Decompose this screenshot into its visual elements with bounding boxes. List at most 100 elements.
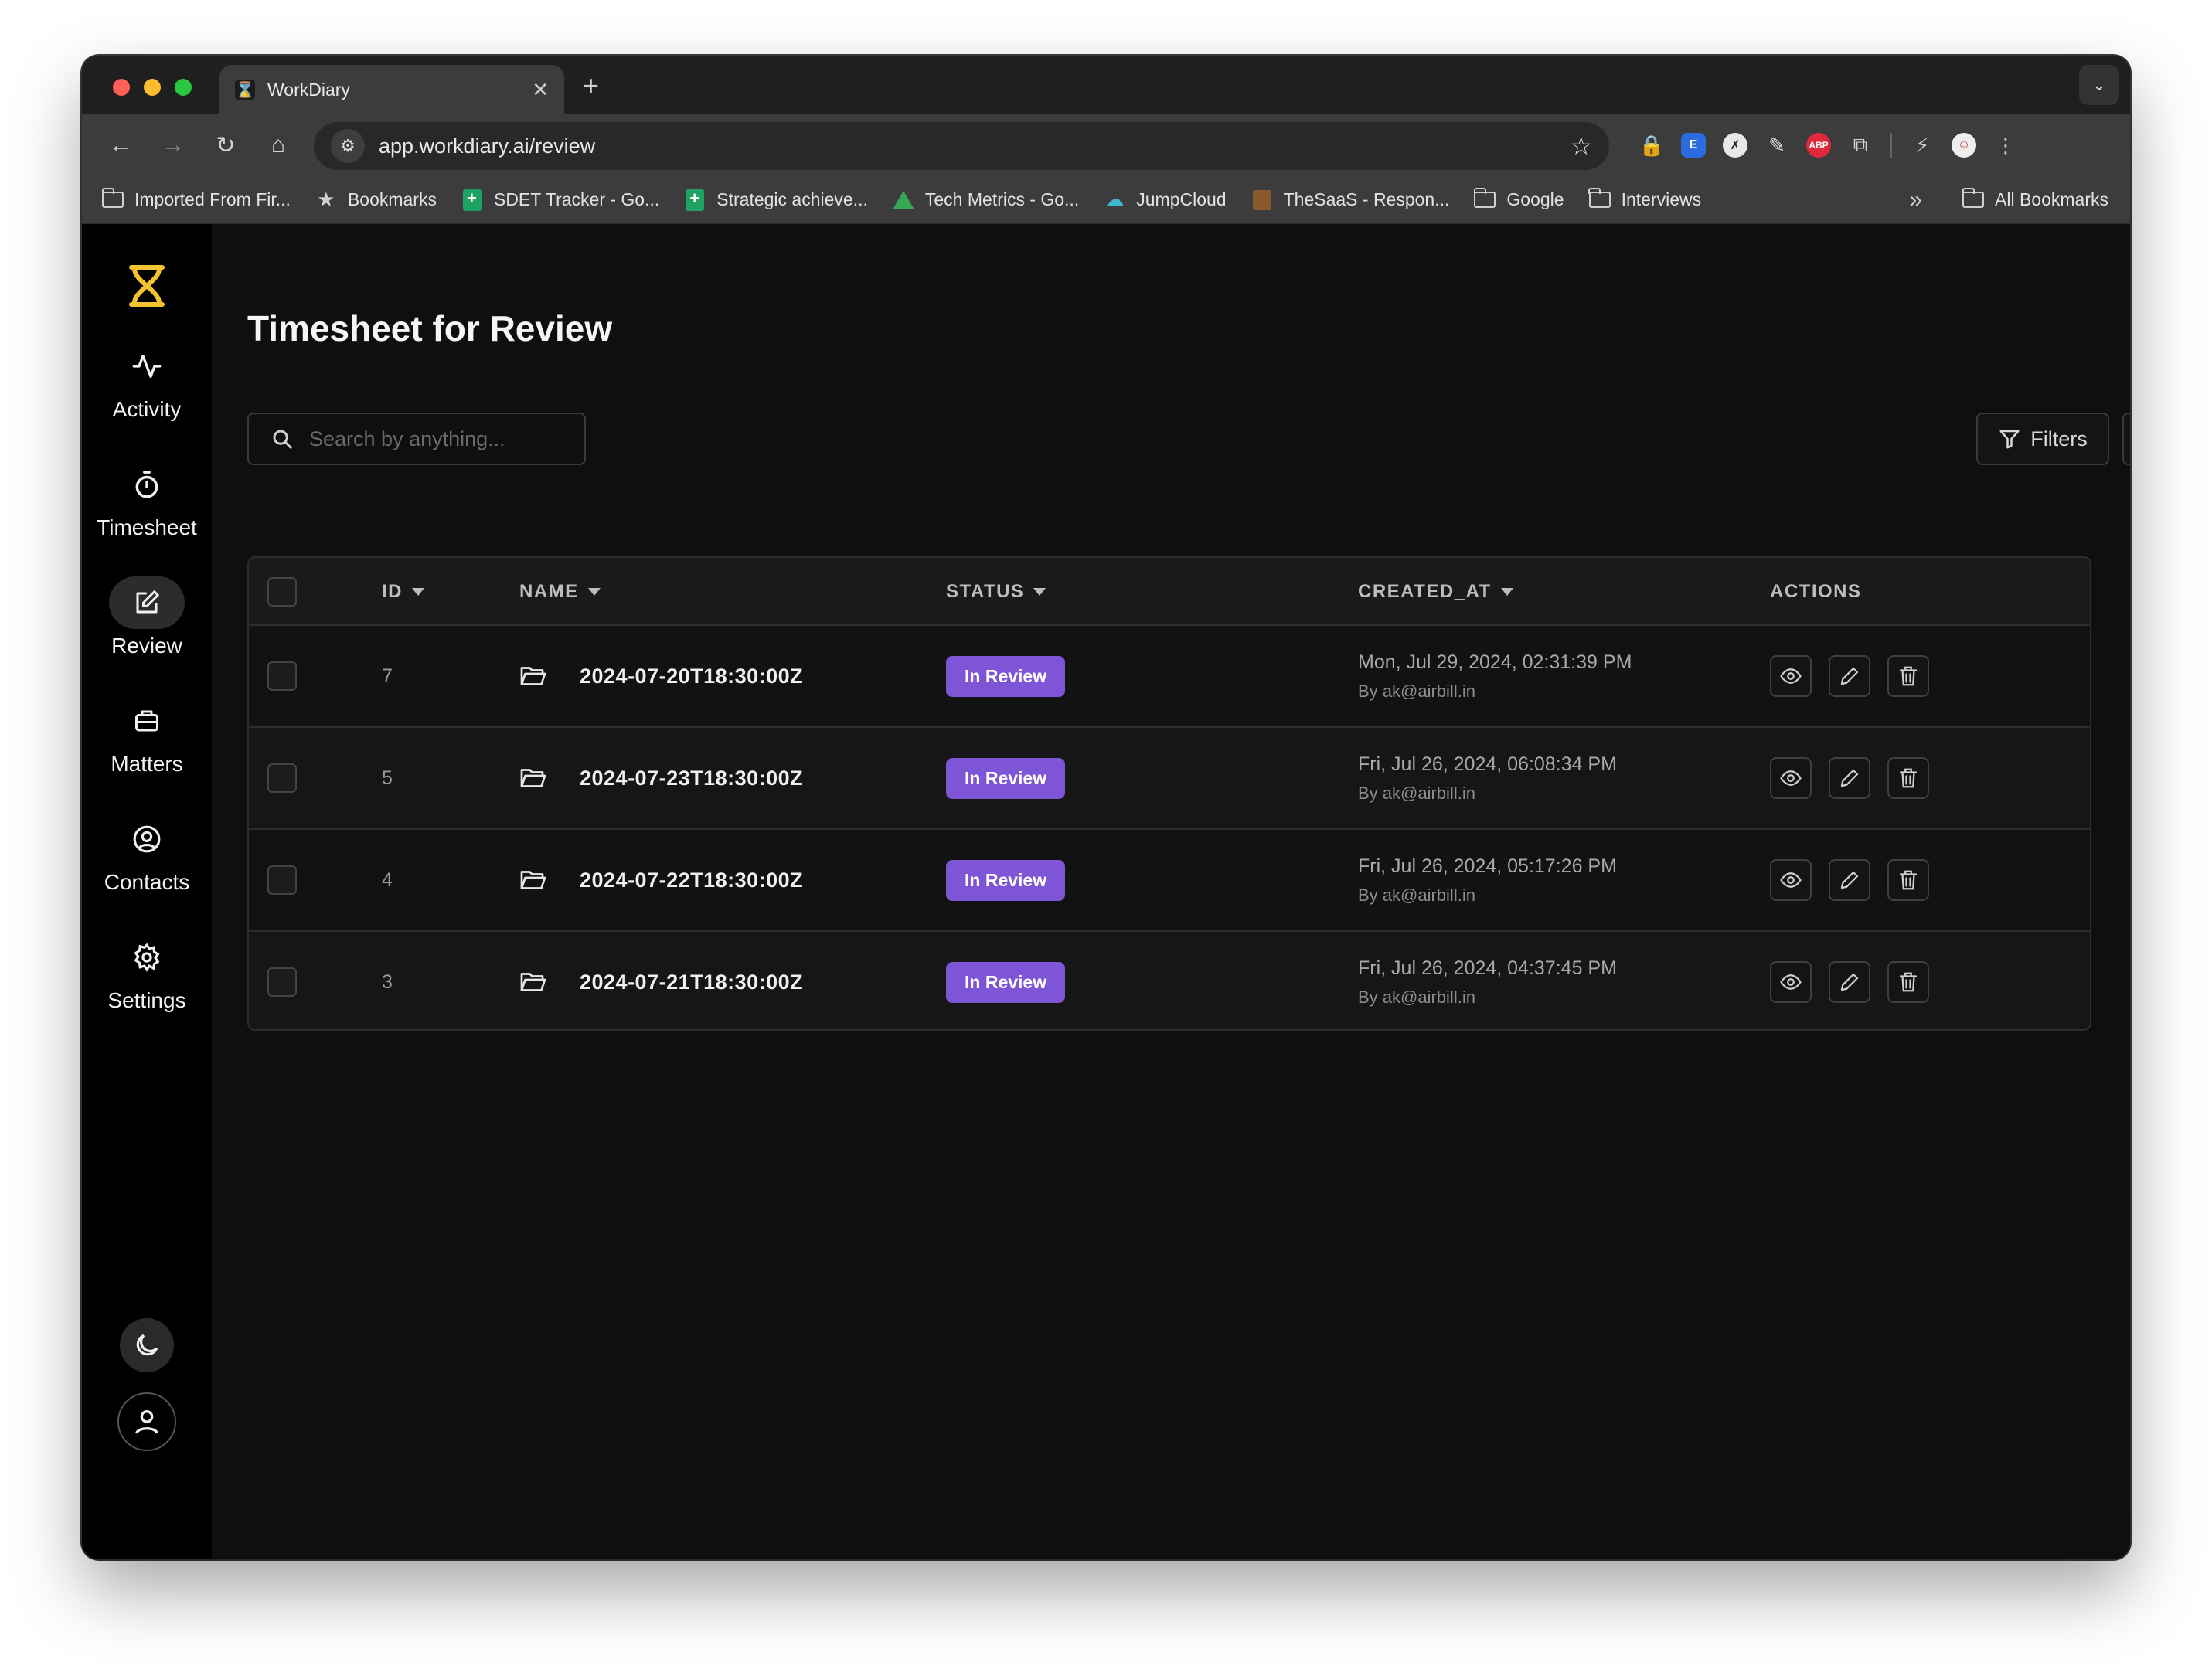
edit-button[interactable] (1829, 655, 1870, 697)
bookmark-label: Google (1506, 189, 1564, 209)
new-tab-button[interactable]: + (583, 70, 599, 102)
bookmark-item[interactable]: Google (1473, 188, 1564, 210)
row-checkbox[interactable] (267, 661, 297, 691)
sidebar-item-matters[interactable]: Matters (82, 695, 212, 777)
column-header-created-at[interactable]: CREATED_AT (1358, 558, 1513, 626)
address-bar[interactable]: ⚙ app.workdiary.ai/review ☆ (314, 122, 1609, 170)
row-id: 4 (382, 868, 393, 891)
bookmark-item[interactable]: Imported From Fir... (101, 188, 291, 210)
back-icon[interactable]: ← (94, 132, 147, 158)
user-profile-button[interactable] (117, 1392, 176, 1451)
bookmark-item[interactable]: Interviews (1588, 188, 1701, 210)
workdiary-logo-icon[interactable] (127, 264, 167, 308)
bookmark-item[interactable]: ☁ JumpCloud (1104, 189, 1226, 210)
column-label: ID (382, 581, 403, 602)
bookmark-item[interactable]: ★ Bookmarks (315, 188, 437, 211)
bookmark-item[interactable]: Tech Metrics - Go... (892, 189, 1080, 210)
sidebar-item-label: Timesheet (97, 515, 197, 539)
sidebar-item-settings[interactable]: Settings (82, 931, 212, 1013)
sidebar-item-review[interactable]: Review (82, 576, 212, 658)
search-input[interactable] (309, 427, 541, 451)
more-bookmarks-icon[interactable]: » (1909, 187, 1922, 213)
bookmark-item[interactable]: Strategic achieve... (684, 189, 868, 211)
created-by: By ak@airbill.in (1358, 783, 1475, 803)
view-button[interactable] (1770, 961, 1812, 1003)
browser-window: ⌛ WorkDiary ✕ + ⌄ ← → ↻ ⌂ ⚙ app.workdiar… (82, 56, 2130, 1559)
bookmark-item[interactable]: SDET Tracker - Go... (461, 189, 659, 211)
row-checkbox[interactable] (267, 865, 297, 895)
row-name[interactable]: 2024-07-20T18:30:00Z (580, 665, 803, 688)
column-header-name[interactable]: NAME (519, 558, 601, 626)
close-window-button[interactable] (113, 79, 130, 96)
table-row[interactable]: 5 2024-07-23T18:30:00Z In Review Fri, Ju… (249, 728, 2090, 830)
thesaas-icon (1252, 189, 1271, 210)
row-checkbox[interactable] (267, 967, 297, 997)
edit-button[interactable] (1829, 961, 1870, 1003)
delete-button[interactable] (1887, 961, 1929, 1003)
profile-avatar-icon[interactable]: ☺ (1943, 125, 1985, 165)
column-header-status[interactable]: STATUS (946, 558, 1046, 626)
menu-kebab-icon[interactable]: ⋮ (1985, 125, 2027, 165)
created-by: By ak@airbill.in (1358, 885, 1475, 905)
view-button[interactable] (1770, 859, 1812, 901)
row-checkbox[interactable] (267, 763, 297, 793)
forward-icon[interactable]: → (147, 132, 199, 158)
sidebar-item-timesheet[interactable]: Timesheet (82, 458, 212, 540)
gear-icon (109, 931, 185, 984)
eyedropper-extension-icon[interactable]: ✎ (1756, 125, 1798, 165)
e-extension-icon[interactable]: E (1673, 125, 1714, 165)
url-text[interactable]: app.workdiary.ai/review (379, 134, 1570, 158)
delete-button[interactable] (1887, 859, 1929, 901)
select-all-checkbox[interactable] (267, 577, 297, 607)
maximize-window-button[interactable] (175, 79, 192, 96)
table-row[interactable]: 3 2024-07-21T18:30:00Z In Review Fri, Ju… (249, 932, 2090, 1029)
edit-button[interactable] (1829, 757, 1870, 799)
row-name[interactable]: 2024-07-23T18:30:00Z (580, 767, 803, 790)
table-row[interactable]: 4 2024-07-22T18:30:00Z In Review Fri, Ju… (249, 830, 2090, 932)
bookmark-label: Tech Metrics - Go... (924, 189, 1080, 209)
created-date: Fri, Jul 26, 2024, 04:37:45 PM (1358, 957, 1617, 979)
delete-button[interactable] (1887, 655, 1929, 697)
grammar-extension-icon[interactable]: ✗ (1714, 125, 1756, 165)
row-name[interactable]: 2024-07-22T18:30:00Z (580, 868, 803, 892)
bookmark-item[interactable]: TheSaaS - Respon... (1251, 189, 1449, 210)
timesheet-table: ID NAME STATUS CREATED_AT ACTIONS 7 2024… (247, 556, 2091, 1031)
row-id: 3 (382, 970, 393, 993)
sidebar-item-contacts[interactable]: Contacts (82, 813, 212, 895)
view-button[interactable] (1770, 757, 1812, 799)
performance-icon[interactable]: ⚡ (1901, 125, 1943, 165)
column-label: STATUS (946, 581, 1025, 602)
browser-tab[interactable]: ⌛ WorkDiary ✕ (219, 65, 564, 114)
tab-close-icon[interactable]: ✕ (532, 78, 549, 102)
bookmark-star-icon[interactable]: ☆ (1570, 131, 1592, 161)
table-row[interactable]: 7 2024-07-20T18:30:00Z In Review Mon, Ju… (249, 626, 2090, 728)
sidebar-item-label: Matters (111, 752, 183, 776)
column-header-id[interactable]: ID (382, 558, 424, 626)
status-badge: In Review (946, 757, 1066, 799)
user-circle-icon (109, 813, 185, 865)
sidebar-item-activity[interactable]: Activity (82, 340, 212, 422)
briefcase-icon (109, 695, 185, 747)
row-name[interactable]: 2024-07-21T18:30:00Z (580, 970, 803, 994)
theme-toggle-button[interactable] (120, 1318, 174, 1372)
tab-search-button[interactable]: ⌄ (2079, 65, 2119, 105)
puzzle-extensions-icon[interactable]: ⧉ (1839, 125, 1881, 165)
search-box[interactable] (247, 413, 586, 465)
site-settings-icon[interactable]: ⚙ (331, 129, 365, 163)
edit-button[interactable] (1829, 859, 1870, 901)
pencil-icon (1840, 871, 1859, 889)
eye-icon (1780, 668, 1802, 684)
sheets-icon (686, 189, 705, 211)
column-toggle-button[interactable] (2122, 413, 2130, 465)
tab-title: WorkDiary (267, 79, 350, 100)
filters-button[interactable]: Filters (1976, 413, 2109, 465)
lock-extension-icon[interactable]: 🔒 (1631, 125, 1673, 165)
delete-button[interactable] (1887, 757, 1929, 799)
adblock-extension-icon[interactable]: ABP (1798, 125, 1839, 165)
view-button[interactable] (1770, 655, 1812, 697)
all-bookmarks[interactable]: All Bookmarks (1962, 188, 2108, 210)
minimize-window-button[interactable] (144, 79, 161, 96)
sort-caret-icon (1033, 588, 1046, 596)
home-icon[interactable]: ⌂ (252, 132, 305, 158)
reload-icon[interactable]: ↻ (199, 132, 252, 159)
